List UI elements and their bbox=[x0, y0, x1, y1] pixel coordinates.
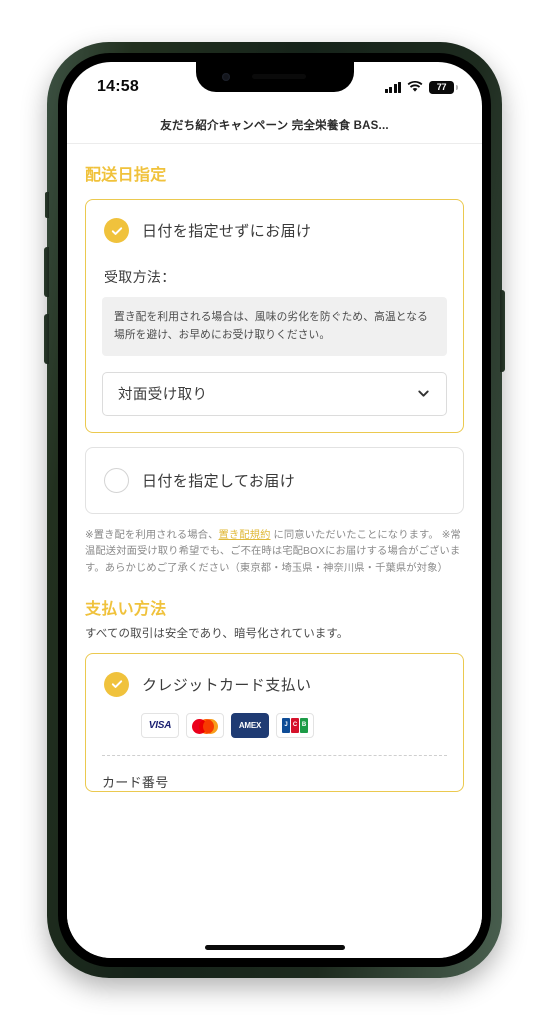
placement-delivery-terms-link[interactable]: 置き配規約 bbox=[219, 530, 271, 541]
power-button[interactable] bbox=[500, 290, 505, 372]
page-title: 友だち紹介キャンペーン 完全栄養食 BAS... bbox=[160, 119, 389, 132]
radio-row-credit-card[interactable]: クレジットカード支払い bbox=[102, 668, 447, 701]
check-circle-icon bbox=[104, 218, 129, 243]
placement-delivery-note: 置き配を利用される場合は、風味の劣化を防ぐため、高温となる場所を避け、お早めにお… bbox=[102, 297, 447, 356]
check-circle-icon bbox=[104, 671, 129, 697]
radio-row-no-date[interactable]: 日付を指定せずにお届け bbox=[102, 214, 447, 247]
page-content[interactable]: 配送日指定 日付を指定せずにお届け 受取方法： 置き配を利用される場合は、風味の… bbox=[67, 144, 482, 958]
status-bar: 14:58 77 bbox=[67, 62, 482, 106]
page-header: 友だち紹介キャンペーン 完全栄養食 BAS... bbox=[67, 106, 482, 144]
jcb-letter-j: J bbox=[282, 717, 290, 733]
payment-credit-card-option[interactable]: クレジットカード支払い VISA AMEX J C B カード番号 bbox=[85, 652, 464, 792]
checkmark-icon bbox=[111, 680, 122, 689]
phone-screen: 14:58 77 友だち紹介キャンペーン 完全栄養食 BAS... 配送日指定 … bbox=[67, 62, 482, 958]
receive-method-selected-value: 対面受け取り bbox=[118, 387, 208, 404]
chevron-down-icon[interactable] bbox=[416, 386, 431, 401]
mastercard-logo-icon bbox=[186, 712, 224, 738]
jcb-letter-b: B bbox=[300, 717, 308, 733]
status-bar-time: 14:58 bbox=[97, 78, 139, 95]
payment-section-heading: 支払い方法 bbox=[85, 600, 167, 618]
mute-switch-button[interactable] bbox=[45, 192, 49, 218]
card-number-label: カード番号 bbox=[102, 774, 169, 790]
card-brand-logos: VISA AMEX J C B bbox=[141, 712, 447, 738]
delivery-option-with-date-card[interactable]: 日付を指定してお届け bbox=[85, 446, 464, 514]
wifi-icon bbox=[407, 81, 423, 92]
radio-label-no-date: 日付を指定せずにお届け bbox=[142, 223, 312, 240]
cellular-signal-icon bbox=[384, 81, 401, 93]
visa-logo-icon: VISA bbox=[141, 712, 179, 738]
battery-icon: 77 bbox=[429, 80, 458, 94]
radio-label-with-date: 日付を指定してお届け bbox=[142, 472, 296, 490]
status-bar-indicators: 77 bbox=[384, 75, 458, 94]
fineprint-1-pre: ※置き配を利用される場合、 bbox=[85, 529, 219, 541]
battery-percentage: 77 bbox=[436, 82, 447, 92]
jcb-letter-c: C bbox=[291, 717, 299, 733]
phone-bezel: 14:58 77 友だち紹介キャンペーン 完全栄養食 BAS... 配送日指定 … bbox=[58, 53, 491, 967]
checkmark-icon bbox=[111, 226, 122, 235]
jcb-logo-icon: J C B bbox=[276, 712, 314, 738]
payment-section-subtitle: すべての取引は安全であり、暗号化されています。 bbox=[85, 627, 349, 640]
radio-unselected-icon[interactable] bbox=[104, 467, 129, 493]
phone-device-frame: 14:58 77 友だち紹介キャンペーン 完全栄養食 BAS... 配送日指定 … bbox=[44, 42, 505, 978]
delivery-fineprint: ※置き配を利用される場合、置き配規約 に同意いただいたことになります。 ※常温配… bbox=[85, 528, 464, 578]
amex-logo-icon: AMEX bbox=[231, 712, 269, 738]
volume-up-button[interactable] bbox=[44, 247, 49, 297]
card-form-divider bbox=[102, 754, 447, 756]
delivery-option-no-date-card[interactable]: 日付を指定せずにお届け 受取方法： 置き配を利用される場合は、風味の劣化を防ぐた… bbox=[85, 199, 464, 433]
delivery-section-heading: 配送日指定 bbox=[85, 167, 167, 184]
receive-method-label: 受取方法： bbox=[104, 269, 176, 285]
radio-row-with-date[interactable]: 日付を指定してお届け bbox=[102, 464, 447, 497]
fineprint-1-post: に同意いただいたことになります。 bbox=[270, 529, 439, 541]
receive-method-select[interactable]: 対面受け取り bbox=[102, 371, 447, 416]
radio-label-credit-card: クレジットカード支払い bbox=[142, 676, 312, 694]
volume-down-button[interactable] bbox=[44, 314, 49, 364]
home-indicator[interactable] bbox=[204, 945, 345, 950]
